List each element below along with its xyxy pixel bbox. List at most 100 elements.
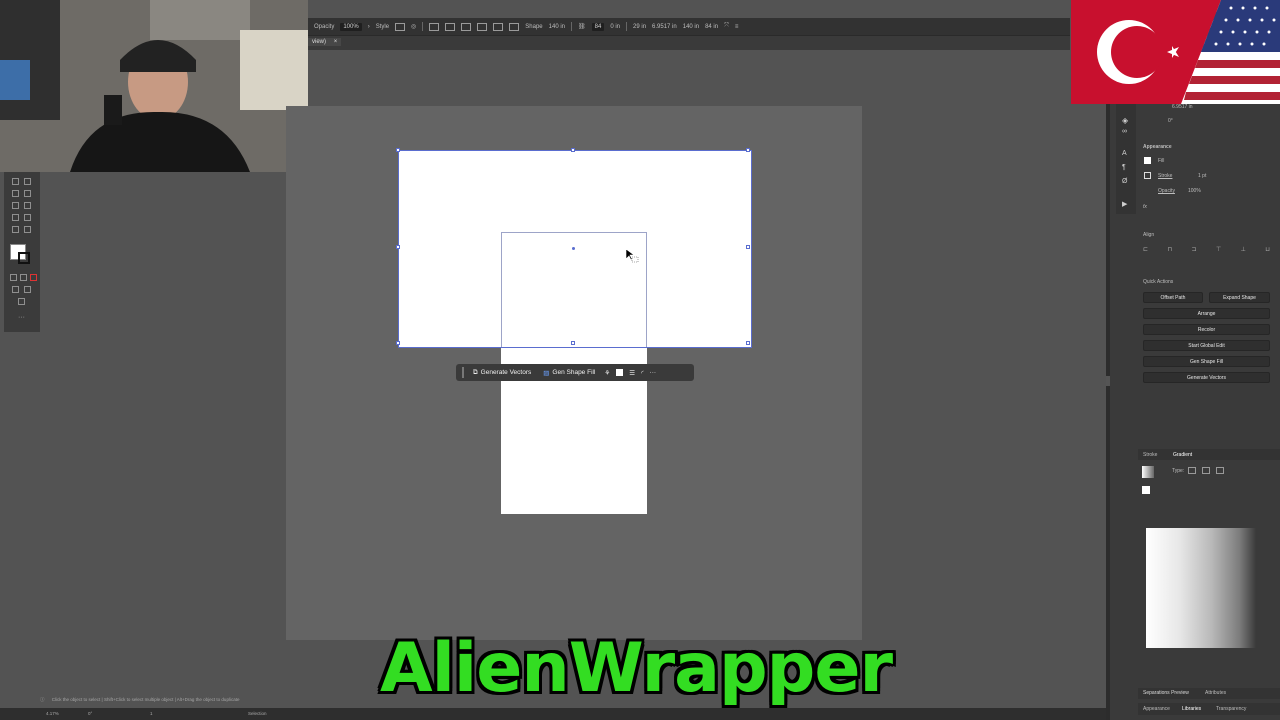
corner-field[interactable]: 84 bbox=[591, 22, 605, 31]
glyphs-icon[interactable]: Ø bbox=[1122, 178, 1127, 185]
align-left-icon[interactable]: ⊏ bbox=[1143, 246, 1148, 256]
freeform-gradient-icon[interactable] bbox=[1216, 467, 1224, 474]
align-middle-icon[interactable] bbox=[493, 22, 504, 31]
opacity-value-panel[interactable]: 100% bbox=[1188, 188, 1201, 194]
rotate-view-field[interactable]: 0° bbox=[88, 711, 92, 716]
zoom-tool-icon[interactable] bbox=[24, 226, 31, 233]
opacity-field[interactable]: 100% bbox=[340, 22, 362, 31]
generate-vectors-button[interactable]: ⧉ Generate Vectors bbox=[470, 368, 534, 378]
style-swatch-icon[interactable] bbox=[395, 22, 406, 31]
default-colors-icon[interactable] bbox=[10, 274, 17, 281]
expand-shape-button[interactable]: Expand Shape bbox=[1209, 292, 1270, 303]
x-field[interactable]: 29 in bbox=[633, 24, 646, 30]
draw-behind-icon[interactable] bbox=[24, 286, 31, 293]
resize-handle-tr[interactable] bbox=[746, 148, 750, 152]
tab-separations-preview[interactable]: Separations Preview bbox=[1143, 690, 1189, 696]
gradient-preview[interactable] bbox=[1146, 528, 1256, 648]
layers-icon[interactable]: ◈ bbox=[1122, 116, 1128, 125]
radial-gradient-icon[interactable] bbox=[1202, 467, 1210, 474]
drag-handle[interactable] bbox=[462, 367, 464, 378]
resize-handle-b[interactable] bbox=[571, 341, 575, 345]
align-top-icon[interactable] bbox=[477, 22, 488, 31]
edit-toolbar-icon[interactable]: ··· bbox=[18, 314, 25, 321]
linear-gradient-icon[interactable] bbox=[1188, 467, 1196, 474]
align-bottom-icon[interactable]: ⊔ bbox=[1265, 246, 1270, 256]
close-icon[interactable]: × bbox=[334, 39, 338, 45]
swap-colors-icon[interactable] bbox=[20, 274, 27, 281]
selection-tool-icon[interactable] bbox=[12, 178, 19, 185]
document-tab[interactable]: view) × bbox=[308, 38, 342, 46]
current-tool-label[interactable]: Selection bbox=[248, 711, 267, 716]
resize-handle-bl[interactable] bbox=[396, 341, 400, 345]
menu-icon[interactable]: ≡ bbox=[735, 24, 739, 30]
direct-selection-tool-icon[interactable] bbox=[24, 178, 31, 185]
artboard-number-field[interactable]: 1 bbox=[150, 711, 153, 716]
gradient-fill-icon[interactable] bbox=[1142, 486, 1150, 494]
align-menu-icon[interactable]: ☰ bbox=[629, 369, 635, 377]
play-icon[interactable]: ▶ bbox=[1122, 200, 1127, 208]
type-tool-icon[interactable] bbox=[24, 202, 31, 209]
align-bottom-icon[interactable] bbox=[509, 22, 520, 31]
transform-icon[interactable]: ⤧ bbox=[724, 23, 729, 30]
resize-handle-t[interactable] bbox=[571, 148, 575, 152]
h-field[interactable]: 84 in bbox=[705, 24, 718, 30]
gen-shape-fill-panel-button[interactable]: Gen Shape Fill bbox=[1143, 356, 1270, 367]
gen-shape-fill-button[interactable]: ▨ Gen Shape Fill bbox=[540, 368, 598, 378]
artboard-tool-icon[interactable] bbox=[12, 226, 19, 233]
angle-field[interactable]: 0 in bbox=[610, 24, 620, 30]
stroke-weight-field[interactable]: 1 pt bbox=[1198, 173, 1206, 179]
screen-mode-icon[interactable] bbox=[18, 298, 25, 305]
magic-wand-tool-icon[interactable] bbox=[12, 190, 19, 197]
paragraph-icon[interactable]: ¶ bbox=[1122, 164, 1126, 171]
tab-libraries[interactable]: Libraries bbox=[1182, 706, 1201, 712]
stroke-swatch[interactable] bbox=[18, 252, 30, 264]
align-center-icon[interactable] bbox=[445, 22, 456, 31]
pen-tool-icon[interactable] bbox=[12, 202, 19, 209]
resize-handle-tl[interactable] bbox=[396, 148, 400, 152]
resize-handle-r[interactable] bbox=[746, 245, 750, 249]
fill-square-icon[interactable] bbox=[616, 369, 624, 376]
start-global-edit-button[interactable]: Start Global Edit bbox=[1143, 340, 1270, 351]
fx-icon[interactable]: fx bbox=[1143, 204, 1147, 210]
resize-handle-br[interactable] bbox=[746, 341, 750, 345]
align-hcenter-icon[interactable]: ⊓ bbox=[1167, 246, 1172, 256]
draw-normal-icon[interactable] bbox=[12, 286, 19, 293]
recolor-icon[interactable]: ◎ bbox=[411, 23, 416, 30]
links-icon[interactable]: ∞ bbox=[1122, 128, 1127, 135]
offset-path-button[interactable]: Offset Path bbox=[1143, 292, 1203, 303]
tab-transparency[interactable]: Transparency bbox=[1216, 706, 1246, 712]
lasso-tool-icon[interactable] bbox=[24, 190, 31, 197]
align-right-icon[interactable]: ⊐ bbox=[1192, 246, 1197, 256]
hand-tool-icon[interactable] bbox=[24, 214, 31, 221]
gradient-swatch[interactable] bbox=[1142, 466, 1154, 478]
align-right-icon[interactable] bbox=[461, 22, 472, 31]
tab-attributes[interactable]: Attributes bbox=[1205, 690, 1226, 696]
stroke-label[interactable]: Stroke bbox=[1158, 173, 1172, 179]
tab-stroke[interactable]: Stroke bbox=[1143, 452, 1157, 458]
fill-swatch-panel[interactable] bbox=[1144, 157, 1151, 164]
more-options-icon[interactable]: ··· bbox=[650, 369, 657, 376]
scrollbar-thumb[interactable] bbox=[1106, 376, 1110, 386]
resize-handle-l[interactable] bbox=[396, 245, 400, 249]
recolor-icon[interactable]: ⚘ bbox=[604, 369, 610, 377]
align-vcenter-icon[interactable]: ⊥ bbox=[1241, 246, 1246, 256]
character-icon[interactable]: A bbox=[1122, 150, 1127, 157]
shape-width-field[interactable]: 140 in bbox=[549, 24, 565, 30]
corner-icon[interactable]: ◜ bbox=[641, 369, 644, 377]
align-top-icon[interactable]: ⊤ bbox=[1216, 246, 1221, 256]
w-field[interactable]: 140 in bbox=[683, 24, 699, 30]
y-field[interactable]: 6.9517 in bbox=[652, 24, 677, 30]
recolor-button[interactable]: Recolor bbox=[1143, 324, 1270, 335]
none-color-icon[interactable] bbox=[30, 274, 37, 281]
chevron-right-icon[interactable]: › bbox=[368, 24, 370, 30]
link-icon[interactable]: ⛓ bbox=[578, 23, 586, 30]
tab-appearance[interactable]: Appearance bbox=[1143, 706, 1170, 712]
arrange-button[interactable]: Arrange bbox=[1143, 308, 1270, 319]
zoom-field[interactable]: 4.17% bbox=[46, 711, 59, 716]
angle-readout[interactable]: 0° bbox=[1168, 118, 1173, 124]
generate-vectors-panel-button[interactable]: Generate Vectors bbox=[1143, 372, 1270, 383]
stroke-swatch-panel[interactable] bbox=[1144, 172, 1151, 179]
align-icon[interactable] bbox=[429, 22, 440, 31]
opacity-label-panel[interactable]: Opacity bbox=[1158, 188, 1175, 194]
rectangle-tool-icon[interactable] bbox=[12, 214, 19, 221]
